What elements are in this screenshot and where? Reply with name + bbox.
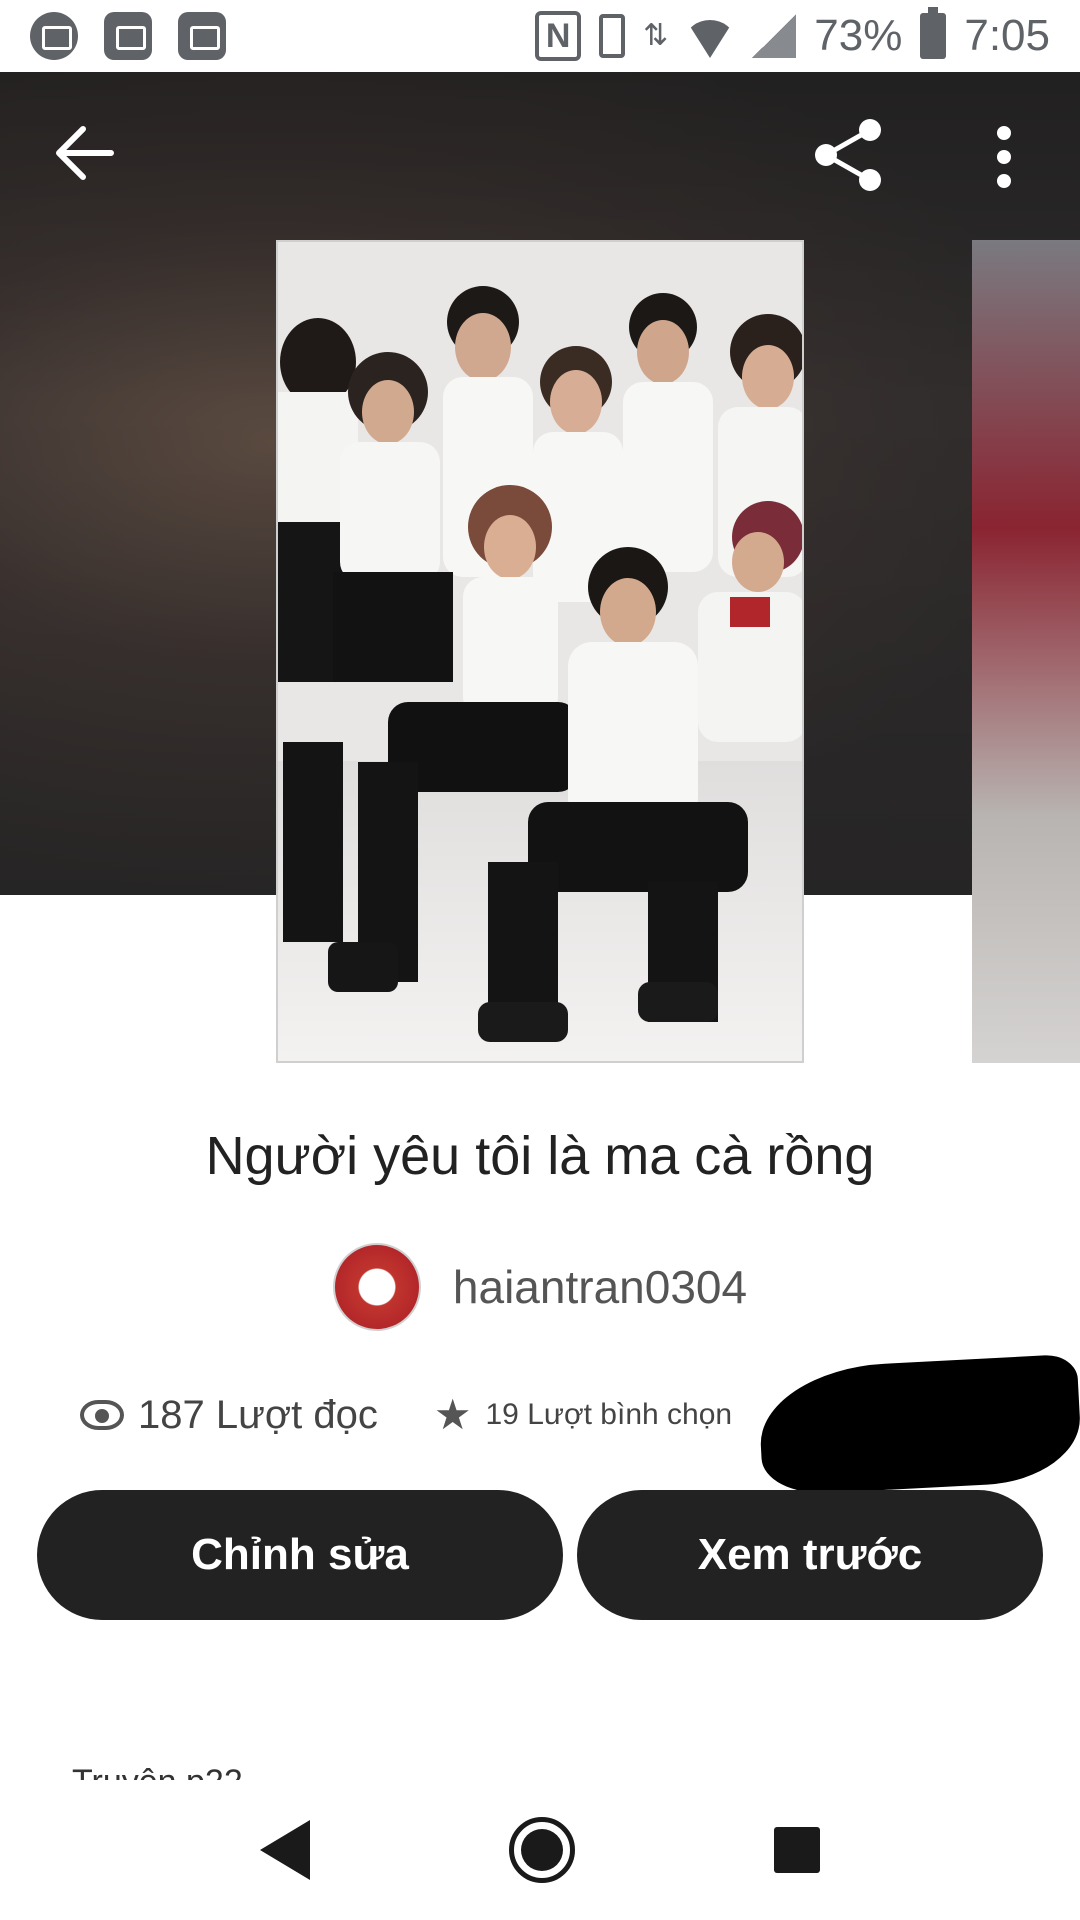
story-cover-image[interactable] (276, 240, 804, 1063)
activity-notification-icon (104, 12, 152, 60)
system-nav-bar (0, 1780, 1080, 1920)
story-title: Người yêu tôi là ma cà rồng (205, 1126, 875, 1186)
reads-stat: 187 Lượt đọc (80, 1393, 378, 1438)
battery-percent: 73% (814, 11, 903, 60)
redacted-area (756, 1353, 1080, 1497)
battery-icon (920, 7, 947, 59)
star-icon: ★ (433, 1391, 472, 1438)
preview-button[interactable]: Xem trước (577, 1490, 1043, 1620)
photo-notification-icon (178, 12, 226, 60)
share-icon[interactable] (812, 118, 886, 192)
data-transfer-icon: ⇅ (643, 19, 669, 52)
next-story-cover[interactable] (972, 240, 1080, 1063)
cell-signal-icon (752, 14, 797, 58)
eye-icon (80, 1400, 124, 1430)
vibrate-icon (599, 14, 626, 58)
edit-button[interactable]: Chỉnh sửa (37, 1490, 563, 1620)
votes-count: 19 Lượt bình chọn (485, 1398, 733, 1431)
more-vertical-icon[interactable] (990, 125, 1018, 189)
author-row[interactable]: haiantran0304 (0, 1243, 1080, 1331)
author-name[interactable]: haiantran0304 (453, 1260, 747, 1314)
nav-back-icon[interactable] (259, 1820, 310, 1880)
status-bar: N ⇅ 73% 7:05 (0, 0, 1080, 72)
nav-recents-icon[interactable] (774, 1827, 821, 1873)
nav-home-icon[interactable] (508, 1817, 575, 1883)
wifi-icon (686, 20, 735, 58)
clock: 7:05 (964, 11, 1050, 60)
nfc-icon: N (535, 11, 582, 61)
back-arrow-icon[interactable] (55, 125, 115, 181)
gallery-notification-icon (30, 12, 78, 60)
reads-count: 187 Lượt đọc (138, 1392, 378, 1437)
section-peek-text: Truyện p22 (72, 1762, 243, 1782)
votes-stat: ★ 19 Lượt bình chọn (434, 1394, 732, 1436)
author-avatar[interactable] (332, 1243, 421, 1331)
story-stats: 187 Lượt đọc ★ 19 Lượt bình chọn (80, 1385, 732, 1445)
